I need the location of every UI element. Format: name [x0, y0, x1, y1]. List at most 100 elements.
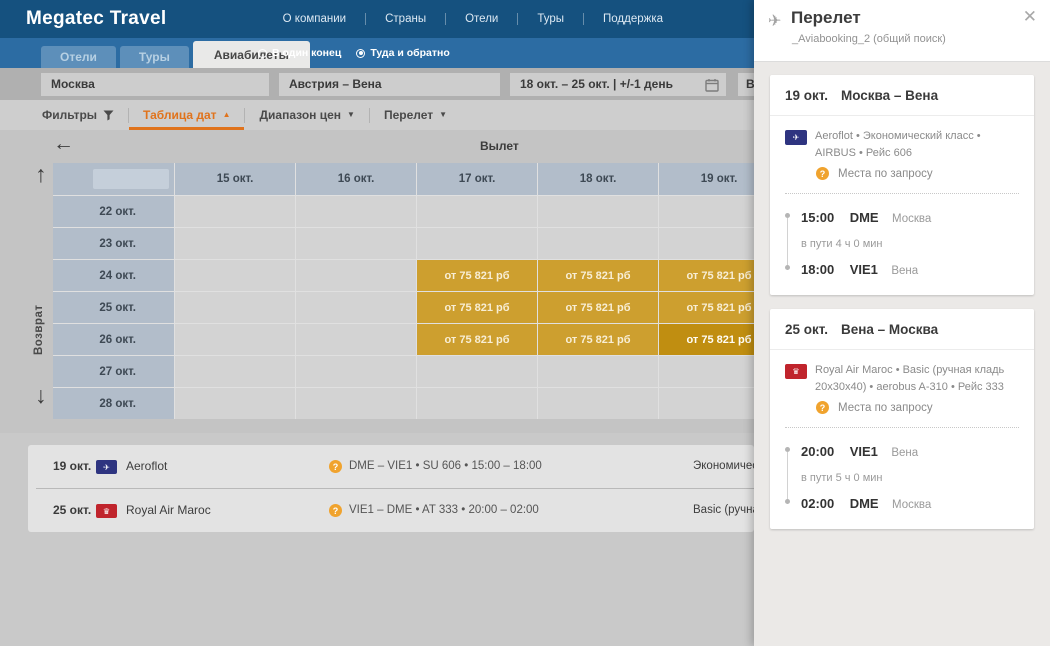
flight-date: 25 окт.	[785, 322, 828, 337]
airline-info-row: ♛ Royal Air Maroc • Basic (ручная кладь …	[785, 362, 1019, 396]
matrix-empty-cell	[659, 196, 754, 227]
summary-route: VIE1 – DME • AT 333 • 20:00 – 02:00	[349, 489, 539, 532]
matrix-price-cell[interactable]: от 75 821 рб	[417, 292, 537, 323]
matrix-empty-cell	[659, 388, 754, 419]
plane-icon: ✈	[768, 11, 781, 31]
return-axis-label: Возврат	[33, 255, 45, 355]
nav-about[interactable]: О компании	[264, 13, 365, 25]
search-type-bar: Отели Туры Авиабилеты В один конец Туда …	[0, 38, 754, 68]
close-icon[interactable]: ✕	[1023, 7, 1037, 27]
drawer-title: Перелет	[791, 8, 861, 28]
summary-row-outbound[interactable]: 19 окт. ✈ Aeroflot ? DME – VIE1 • SU 606…	[28, 445, 754, 488]
matrix-price-cell[interactable]: от 75 821 рб	[417, 324, 537, 355]
filters-label: Фильтры	[42, 108, 97, 122]
matrix-empty-cell	[175, 260, 295, 291]
departure-city: Вена	[891, 447, 918, 459]
matrix-empty-cell	[659, 228, 754, 259]
radio-one-way[interactable]: В один конец	[258, 47, 341, 59]
radio-round-trip[interactable]: Туда и обратно	[356, 47, 449, 59]
radio-round-trip-label: Туда и обратно	[370, 47, 449, 59]
departure-city: Москва	[892, 213, 931, 225]
matrix-empty-cell	[296, 292, 416, 323]
brand-logo: Megatec Travel	[26, 8, 166, 30]
funnel-icon	[103, 110, 114, 121]
departure-time: 20:00	[801, 444, 834, 459]
seats-status-row: ? Места по запросу	[816, 167, 1019, 180]
date-table-label: Таблица дат	[143, 108, 217, 122]
date-matrix: 15 окт.16 окт.17 окт.18 окт.19 окт.22 ок…	[53, 163, 754, 419]
airline-info-text: Aeroflot • Экономический класс • AIRBUS …	[815, 128, 1019, 162]
flight-toggle[interactable]: Перелет ▼	[370, 100, 461, 130]
flight-label: Перелет	[384, 108, 433, 122]
matrix-empty-cell	[417, 196, 537, 227]
price-range-label: Диапазон цен	[259, 108, 341, 122]
tab-hotels[interactable]: Отели	[41, 46, 116, 68]
radio-circle-checked	[356, 49, 365, 58]
matrix-price-cell[interactable]: от 75 821 рб	[538, 260, 658, 291]
nav-countries[interactable]: Страны	[366, 13, 445, 25]
summary-row-return[interactable]: 25 окт. ♛ Royal Air Maroc ? VIE1 – DME •…	[28, 489, 754, 532]
timeline-dot	[785, 447, 790, 452]
date-price-matrix-area: ← Вылет ↑ ↓ Возврат 15 окт.16 окт.17 окт…	[0, 130, 754, 433]
calendar-icon[interactable]	[705, 77, 719, 100]
matrix-row-label: 22 окт.	[53, 196, 174, 227]
arrival-airport-code: DME	[850, 496, 879, 511]
departure-airport-code: VIE1	[850, 444, 878, 459]
airline-info-row: ✈ Aeroflot • Экономический класс • AIRBU…	[785, 128, 1019, 162]
question-badge-icon: ?	[329, 504, 342, 517]
arrival-airport-code: VIE1	[850, 262, 878, 277]
selection-summary-card: 19 окт. ✈ Aeroflot ? DME – VIE1 • SU 606…	[28, 445, 754, 532]
royal-air-maroc-logo-icon: ♛	[785, 364, 807, 379]
flight-timeline: 15:00 DME Москва в пути 4 ч 0 мин 18:00 …	[785, 209, 1019, 279]
origin-field[interactable]: Москва	[41, 73, 269, 96]
matrix-price-cell[interactable]: от 75 821 рб	[659, 260, 754, 291]
filters-button[interactable]: Фильтры	[28, 100, 128, 130]
matrix-empty-cell	[175, 196, 295, 227]
timeline-connector	[787, 452, 788, 504]
seats-status-row: ? Места по запросу	[816, 401, 1019, 414]
matrix-corner-highlight	[93, 169, 169, 189]
matrix-empty-cell	[296, 324, 416, 355]
arrival-stop: 02:00 DME Москва	[801, 495, 1019, 513]
timeline-dot	[785, 499, 790, 504]
destination-field[interactable]: Австрия – Вена	[279, 73, 500, 96]
matrix-empty-cell	[175, 388, 295, 419]
scroll-left-arrow[interactable]: ←	[53, 132, 74, 156]
flight-details-drawer: ✈ Перелет _Aviabooking_2 (общий поиск) ✕…	[754, 0, 1050, 646]
matrix-price-cell[interactable]: от 75 821 рб	[538, 292, 658, 323]
nav-tours[interactable]: Туры	[518, 13, 583, 25]
flight-card-header: 19 окт.Москва – Вена	[770, 75, 1034, 116]
matrix-empty-cell	[296, 388, 416, 419]
matrix-price-cell[interactable]: от 75 821 рб	[417, 260, 537, 291]
nav-support[interactable]: Поддержка	[584, 13, 682, 25]
matrix-row-label: 25 окт.	[53, 292, 174, 323]
arrival-city: Вена	[891, 265, 918, 277]
matrix-empty-cell	[417, 228, 537, 259]
matrix-row-label: 26 окт.	[53, 324, 174, 355]
matrix-row-label: 24 окт.	[53, 260, 174, 291]
radio-circle-unchecked	[258, 49, 267, 58]
scroll-up-arrow[interactable]: ↑	[35, 161, 47, 188]
dates-field[interactable]: 18 окт. – 25 окт. | +/-1 день	[510, 73, 726, 96]
matrix-price-cell-selected[interactable]: от 75 821 рб	[659, 324, 754, 355]
matrix-price-cell[interactable]: от 75 821 рб	[659, 292, 754, 323]
matrix-price-cell[interactable]: от 75 821 рб	[538, 324, 658, 355]
departure-airport-code: DME	[850, 210, 879, 225]
trip-type-radios: В один конец Туда и обратно	[258, 47, 450, 59]
matrix-empty-cell	[417, 356, 537, 387]
matrix-row-label: 23 окт.	[53, 228, 174, 259]
passengers-field-clipped[interactable]: Вз	[738, 73, 754, 96]
flight-route: Москва – Вена	[841, 88, 938, 103]
flight-card-header: 25 окт.Вена – Москва	[770, 309, 1034, 350]
nav-hotels[interactable]: Отели	[446, 13, 517, 25]
matrix-empty-cell	[538, 388, 658, 419]
aeroflot-logo-icon: ✈	[96, 460, 117, 474]
dotted-divider	[785, 427, 1019, 428]
tab-tours[interactable]: Туры	[120, 46, 189, 68]
price-range-toggle[interactable]: Диапазон цен ▼	[245, 100, 368, 130]
summary-date: 19 окт.	[53, 445, 91, 488]
date-table-toggle[interactable]: Таблица дат ▲	[129, 100, 244, 130]
flight-card-return: 25 окт.Вена – Москва ♛ Royal Air Maroc •…	[770, 309, 1034, 529]
drawer-body: 19 окт.Москва – Вена ✈ Aeroflot • Эконом…	[754, 62, 1050, 556]
scroll-down-arrow[interactable]: ↓	[35, 382, 47, 409]
